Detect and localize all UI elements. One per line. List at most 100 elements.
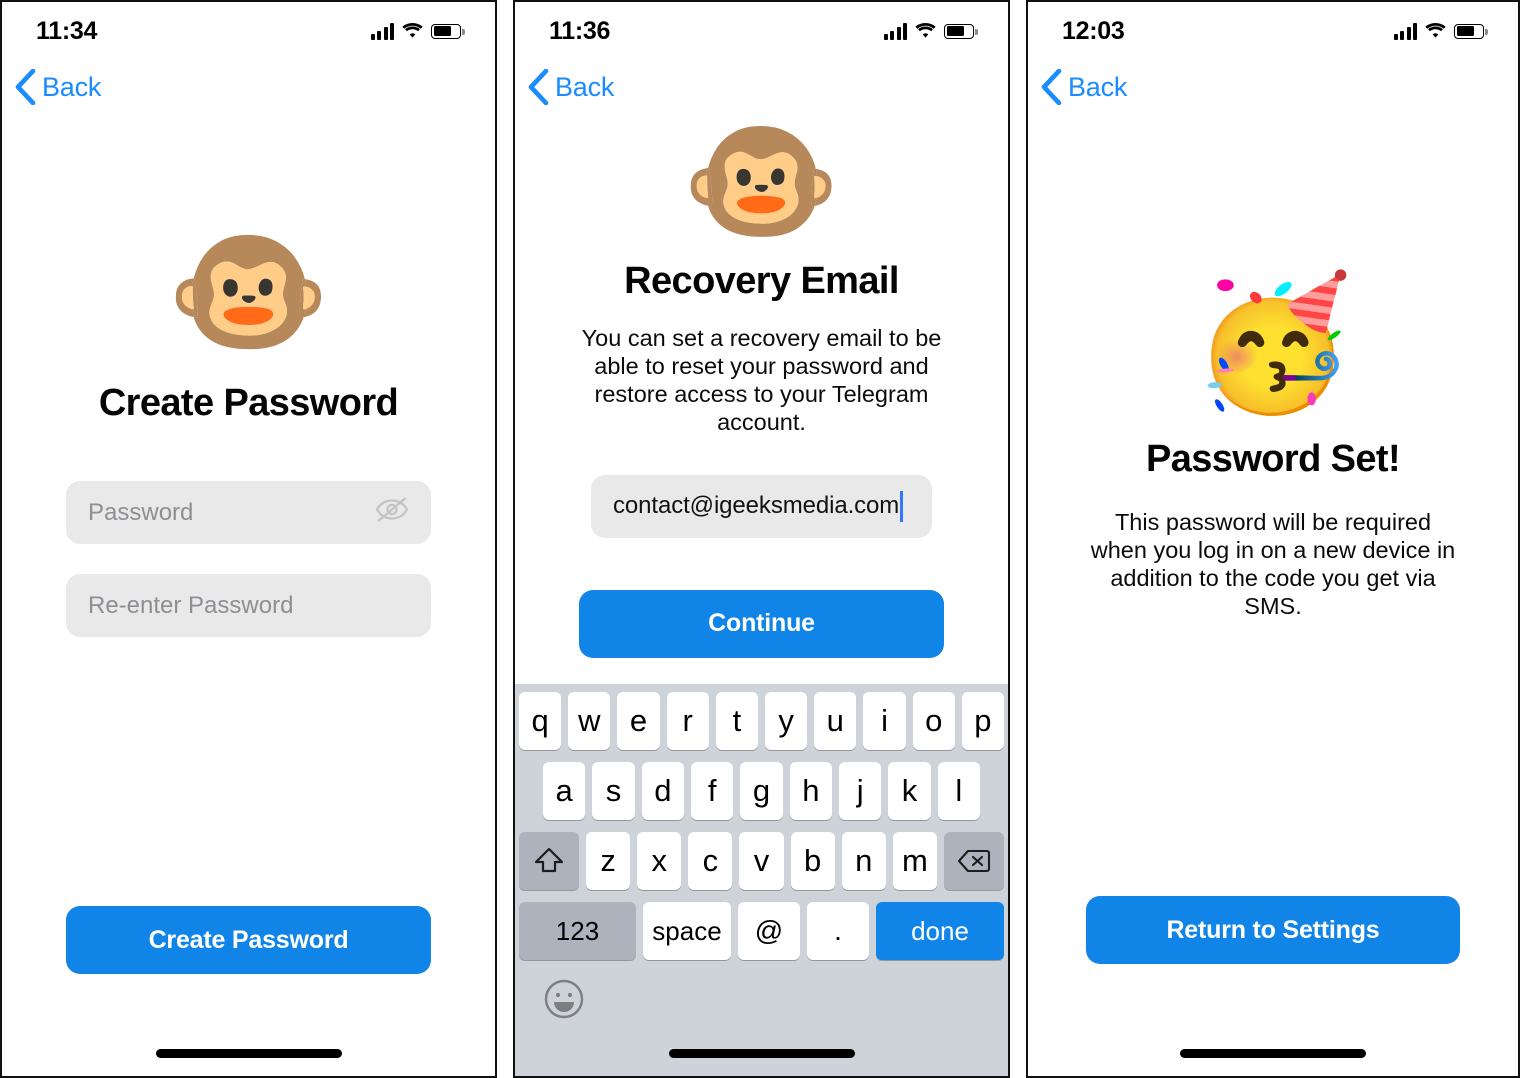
wifi-icon <box>1425 23 1446 39</box>
key-j[interactable]: j <box>838 762 882 820</box>
onscreen-keyboard: q w e r t y u i o p a s d f g h j k l z … <box>515 684 1008 1030</box>
key-s[interactable]: s <box>592 762 635 820</box>
nav-bar: Back <box>1028 60 1518 114</box>
monkey-face-emoji: 🐵 <box>166 218 331 365</box>
back-button[interactable]: Back <box>1040 69 1127 105</box>
recovery-email-input-value: contact@igeeksmedia.com <box>613 492 900 520</box>
page-title: Password Set! <box>1145 438 1401 480</box>
key-l[interactable]: l <box>937 762 980 820</box>
screen-content: 🐵 Recovery Email You can set a recovery … <box>515 114 1008 684</box>
battery-icon <box>431 23 465 39</box>
period-key[interactable]: . <box>807 902 869 960</box>
wifi-icon <box>402 23 423 39</box>
key-c[interactable]: c <box>688 832 733 890</box>
status-icons <box>1393 22 1488 40</box>
key-b[interactable]: b <box>790 832 835 890</box>
home-indicator-area <box>2 1030 495 1076</box>
key-z[interactable]: z <box>586 832 631 890</box>
home-indicator <box>155 1048 342 1058</box>
text-cursor <box>900 490 904 522</box>
home-indicator <box>668 1048 855 1058</box>
keyboard-row-3: z x c v b n m <box>519 832 1004 890</box>
home-indicator <box>1180 1048 1366 1058</box>
back-button-label: Back <box>1068 71 1128 102</box>
back-button-label: Back <box>555 71 615 102</box>
status-bar: 11:34 <box>2 2 495 60</box>
key-k[interactable]: k <box>888 762 931 820</box>
monkey-face-emoji: 🐵 <box>681 110 842 253</box>
key-w[interactable]: w <box>568 692 611 750</box>
space-key[interactable]: space <box>643 902 731 960</box>
keyboard-bottom-row <box>519 972 1004 1030</box>
phone-screen-password-set: 12:03 Back 🥳 Password Set! This password… <box>1026 0 1520 1078</box>
confirm-password-input-placeholder: Re-enter Password <box>88 591 294 619</box>
screen-content: 🐵 Create Password Password Re-enter Pass… <box>2 114 495 1030</box>
at-key[interactable]: @ <box>738 902 800 960</box>
password-input-placeholder: Password <box>88 498 194 526</box>
screenshot-panels: 11:34 Back 🐵 Create Password Password Re… <box>0 0 1524 1078</box>
nav-bar: Back <box>515 60 1008 114</box>
screen-content: 🥳 Password Set! This password will be re… <box>1028 114 1518 1030</box>
page-subtitle: You can set a recovery email to be able … <box>581 325 942 435</box>
key-u[interactable]: u <box>814 692 857 750</box>
key-n[interactable]: n <box>841 832 886 890</box>
key-f[interactable]: f <box>691 762 734 820</box>
key-a[interactable]: a <box>543 762 586 820</box>
back-button-label: Back <box>42 71 102 102</box>
home-indicator-area <box>1028 1030 1518 1076</box>
keyboard-row-4: 123 space @ . done <box>519 902 1004 960</box>
status-bar: 12:03 <box>1028 2 1518 60</box>
key-r[interactable]: r <box>666 692 709 750</box>
back-button[interactable]: Back <box>527 69 614 105</box>
page-title: Recovery Email <box>624 260 899 302</box>
cellular-signal-icon <box>1393 22 1417 40</box>
key-x[interactable]: x <box>637 832 682 890</box>
key-g[interactable]: g <box>740 762 783 820</box>
wifi-icon <box>915 23 936 39</box>
shift-key-icon[interactable] <box>519 832 579 890</box>
status-time: 11:36 <box>549 16 611 45</box>
back-button[interactable]: Back <box>14 69 101 105</box>
create-password-button[interactable]: Create Password <box>66 906 431 974</box>
key-m[interactable]: m <box>892 832 937 890</box>
cellular-signal-icon <box>370 22 394 40</box>
phone-screen-create-password: 11:34 Back 🐵 Create Password Password Re… <box>0 0 497 1078</box>
page-subtitle: This password will be required when you … <box>1090 509 1456 619</box>
cellular-signal-icon <box>883 22 907 40</box>
keyboard-row-1: q w e r t y u i o p <box>518 692 1005 750</box>
page-title: Create Password <box>98 382 399 424</box>
key-o[interactable]: o <box>912 692 955 750</box>
key-h[interactable]: h <box>789 762 832 820</box>
chevron-left-icon <box>14 69 36 105</box>
status-icons <box>883 22 978 40</box>
key-y[interactable]: y <box>765 692 808 750</box>
keyboard-row-2: a s d f g h j k l <box>519 762 1004 820</box>
eye-off-icon[interactable] <box>375 496 409 529</box>
status-icons <box>370 22 465 40</box>
key-q[interactable]: q <box>518 692 562 750</box>
key-e[interactable]: e <box>617 692 660 750</box>
return-to-settings-button[interactable]: Return to Settings <box>1086 896 1460 964</box>
backspace-key-icon[interactable] <box>943 832 1004 890</box>
chevron-left-icon <box>1040 69 1062 105</box>
numbers-key[interactable]: 123 <box>519 902 636 960</box>
partying-face-emoji: 🥳 <box>1192 270 1354 416</box>
continue-button[interactable]: Continue <box>579 589 944 658</box>
key-p[interactable]: p <box>961 692 1005 750</box>
password-input[interactable]: Password <box>66 481 431 544</box>
battery-icon <box>1454 23 1488 39</box>
status-time: 12:03 <box>1062 16 1125 45</box>
key-t[interactable]: t <box>715 692 758 750</box>
home-indicator-area <box>515 1030 1008 1076</box>
done-key[interactable]: done <box>876 902 1004 960</box>
key-v[interactable]: v <box>739 832 784 890</box>
battery-icon <box>944 23 978 39</box>
key-i[interactable]: i <box>863 692 906 750</box>
confirm-password-input[interactable]: Re-enter Password <box>66 574 431 637</box>
phone-screen-recovery-email: 11:36 Back 🐵 Recovery Email You can set … <box>513 0 1010 1078</box>
key-d[interactable]: d <box>641 762 684 820</box>
recovery-email-input[interactable]: contact@igeeksmedia.com <box>591 474 932 538</box>
emoji-key-icon[interactable] <box>543 978 585 1025</box>
status-time: 11:34 <box>36 16 98 45</box>
nav-bar: Back <box>2 60 495 114</box>
